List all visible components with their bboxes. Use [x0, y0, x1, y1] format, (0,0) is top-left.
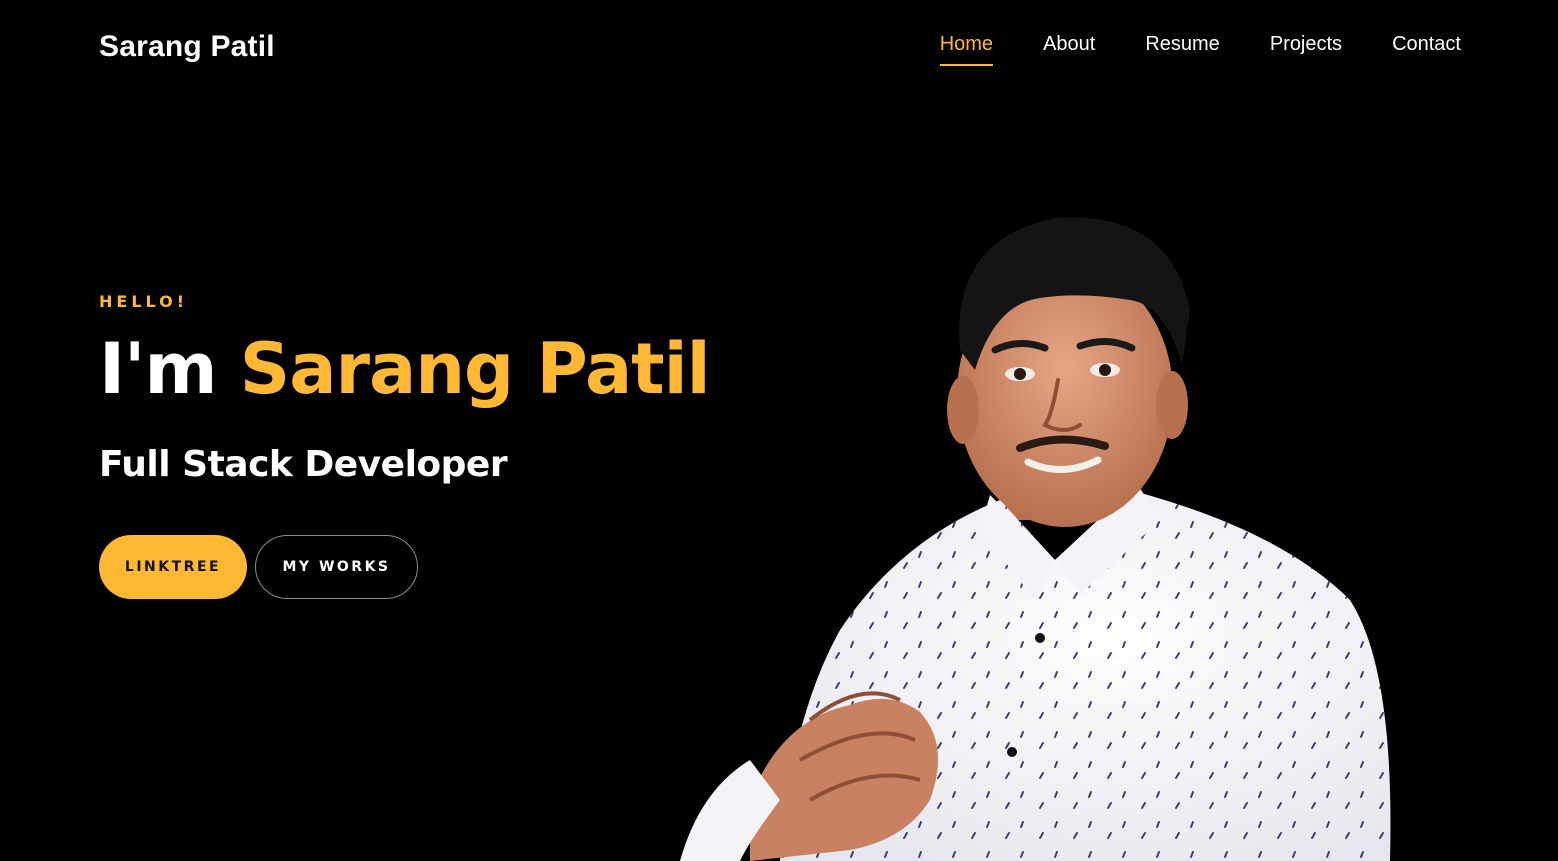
nav-item-resume[interactable]: Resume — [1145, 33, 1219, 66]
linktree-button[interactable]: LINKTREE — [99, 535, 247, 599]
nav-item-home[interactable]: Home — [939, 33, 994, 66]
main-nav: Home About Resume Projects Contact — [939, 33, 1461, 66]
hero-section: HELLO! I'm Sarang Patil Full Stack Devel… — [99, 292, 711, 599]
hero-role: Full Stack Developer — [99, 444, 508, 485]
nav-item-about[interactable]: About — [1043, 33, 1095, 66]
nav-item-projects[interactable]: Projects — [1270, 33, 1342, 66]
hero-actions: LINKTREE MY WORKS — [99, 535, 710, 599]
hero-headline: I'm Sarang Patil — [99, 328, 711, 410]
hero-greeting: HELLO! — [99, 292, 189, 311]
person-portrait-photo — [680, 217, 1391, 861]
nav-item-contact[interactable]: Contact — [1392, 33, 1461, 66]
my-works-button[interactable]: MY WORKS — [255, 535, 418, 599]
headline-prefix: I'm — [99, 328, 217, 410]
site-logo[interactable]: Sarang Patil — [99, 30, 275, 64]
headline-name: Sarang Patil — [239, 328, 711, 410]
